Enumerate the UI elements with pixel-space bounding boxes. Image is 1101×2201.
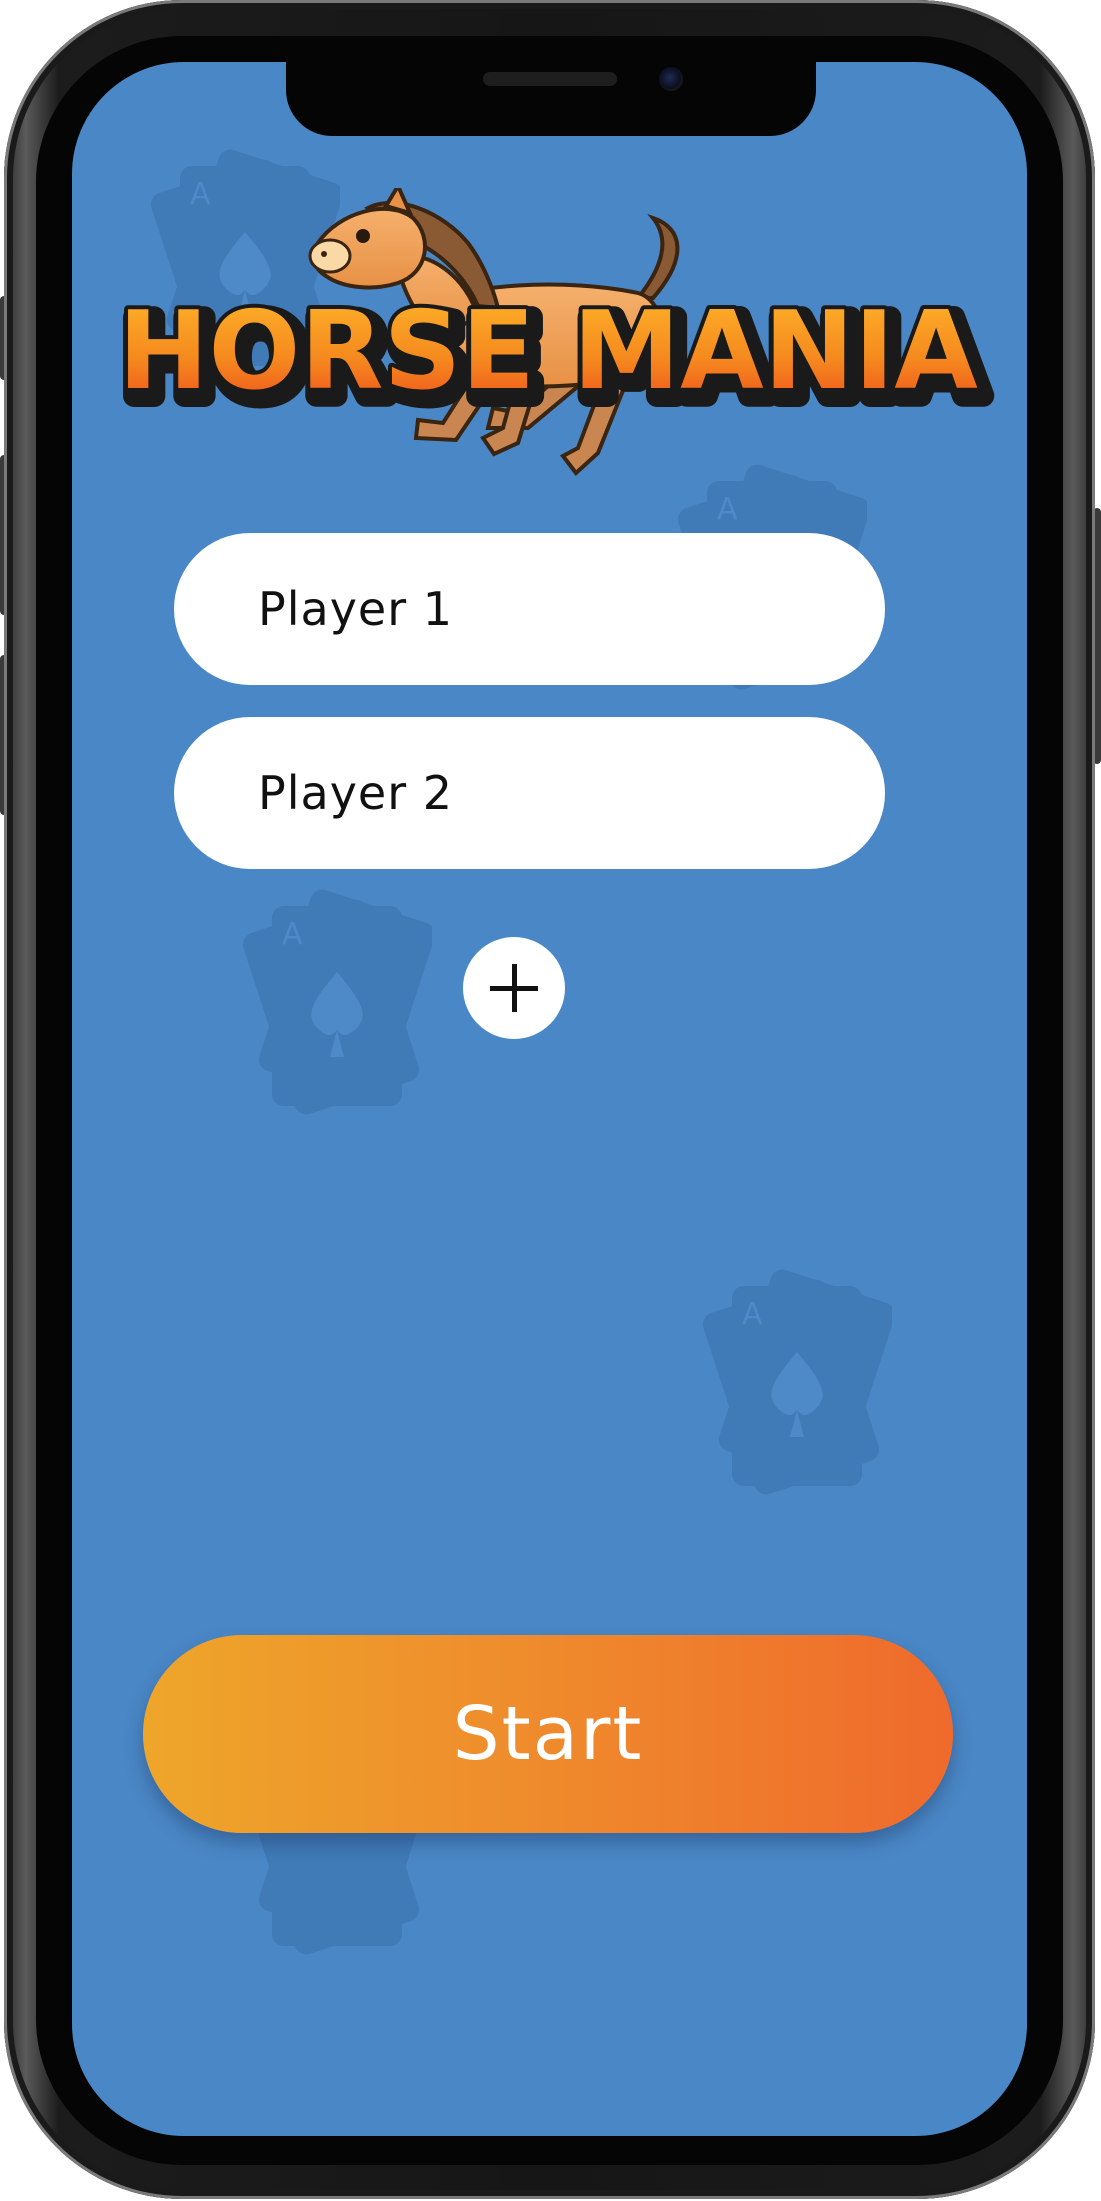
device-notch (286, 62, 816, 136)
svg-text:A: A (742, 1297, 763, 1332)
player-2-placeholder: Player 2 (258, 766, 454, 820)
start-button[interactable]: Start (143, 1635, 953, 1833)
horse-mania-logo: HORSE MANIA HORSE MANIA (113, 188, 995, 476)
front-camera-icon (659, 67, 683, 91)
player-1-name-field[interactable]: Player 1 (174, 533, 885, 685)
earpiece-speaker (483, 72, 617, 86)
svg-text:A: A (717, 492, 738, 527)
svg-text:A: A (282, 917, 303, 952)
player-1-placeholder: Player 1 (258, 582, 454, 636)
phone-device-frame: A A A A HORSE MANIA HORSE MANIA Player 1… (0, 0, 1101, 2201)
cards-watermark-icon: A (242, 889, 432, 1115)
start-button-label: Start (452, 1691, 644, 1777)
app-screen: A A A A HORSE MANIA HORSE MANIA Player 1… (72, 62, 1027, 2136)
logo-title: HORSE MANIA (118, 289, 978, 414)
add-player-button[interactable] (463, 937, 565, 1039)
cards-watermark-icon: A (702, 1269, 892, 1495)
player-2-name-field[interactable]: Player 2 (174, 717, 885, 869)
